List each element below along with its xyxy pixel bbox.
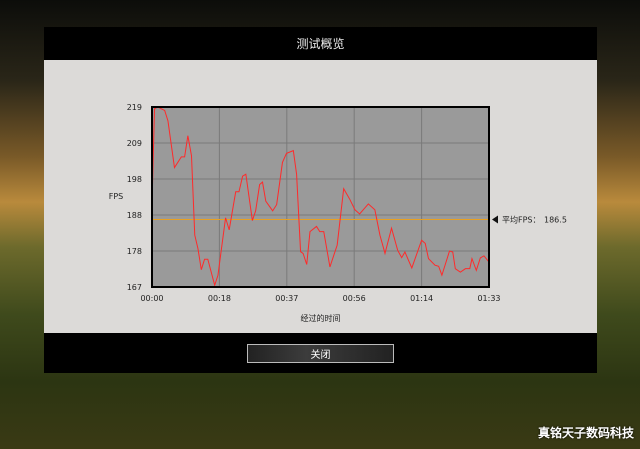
dialog-title: 测试概览 (296, 37, 345, 51)
average-fps-label: 平均FPS： (502, 215, 541, 225)
x-tick-label: 00:18 (208, 294, 231, 303)
plot-area (152, 107, 489, 287)
average-fps-value: 186.5 (544, 216, 567, 225)
average-marker-icon (492, 215, 498, 224)
test-overview-dialog: 测试概览 219 00:00 209 00:18 198 00:37 188 00:56 178… (44, 27, 597, 373)
x-tick-label: 01:14 (410, 294, 433, 303)
y-tick-label: 167 (127, 283, 142, 292)
fps-chart: 219 00:00 209 00:18 198 00:37 188 00:56 178 01:14… (109, 103, 567, 323)
dialog-footer: 关闭 (44, 333, 597, 373)
y-tick-label: 209 (127, 139, 142, 148)
close-button[interactable]: 关闭 (247, 344, 394, 363)
x-axis-label: 经过的时间 (301, 313, 341, 323)
y-tick-label: 219 (127, 103, 142, 112)
x-tick-label: 00:56 (343, 294, 366, 303)
x-tick-label: 01:33 (477, 294, 500, 303)
watermark: 真铭天子数码科技 (537, 426, 634, 440)
y-tick-label: 178 (127, 247, 142, 256)
y-tick-label: 198 (127, 175, 142, 184)
y-tick-label: 188 (127, 211, 142, 220)
x-tick-label: 00:00 (140, 294, 163, 303)
x-tick-label: 00:37 (275, 294, 298, 303)
chart-panel: 219 00:00 209 00:18 198 00:37 188 00:56 178 01:14… (44, 60, 597, 333)
y-axis-label: FPS (109, 192, 124, 201)
